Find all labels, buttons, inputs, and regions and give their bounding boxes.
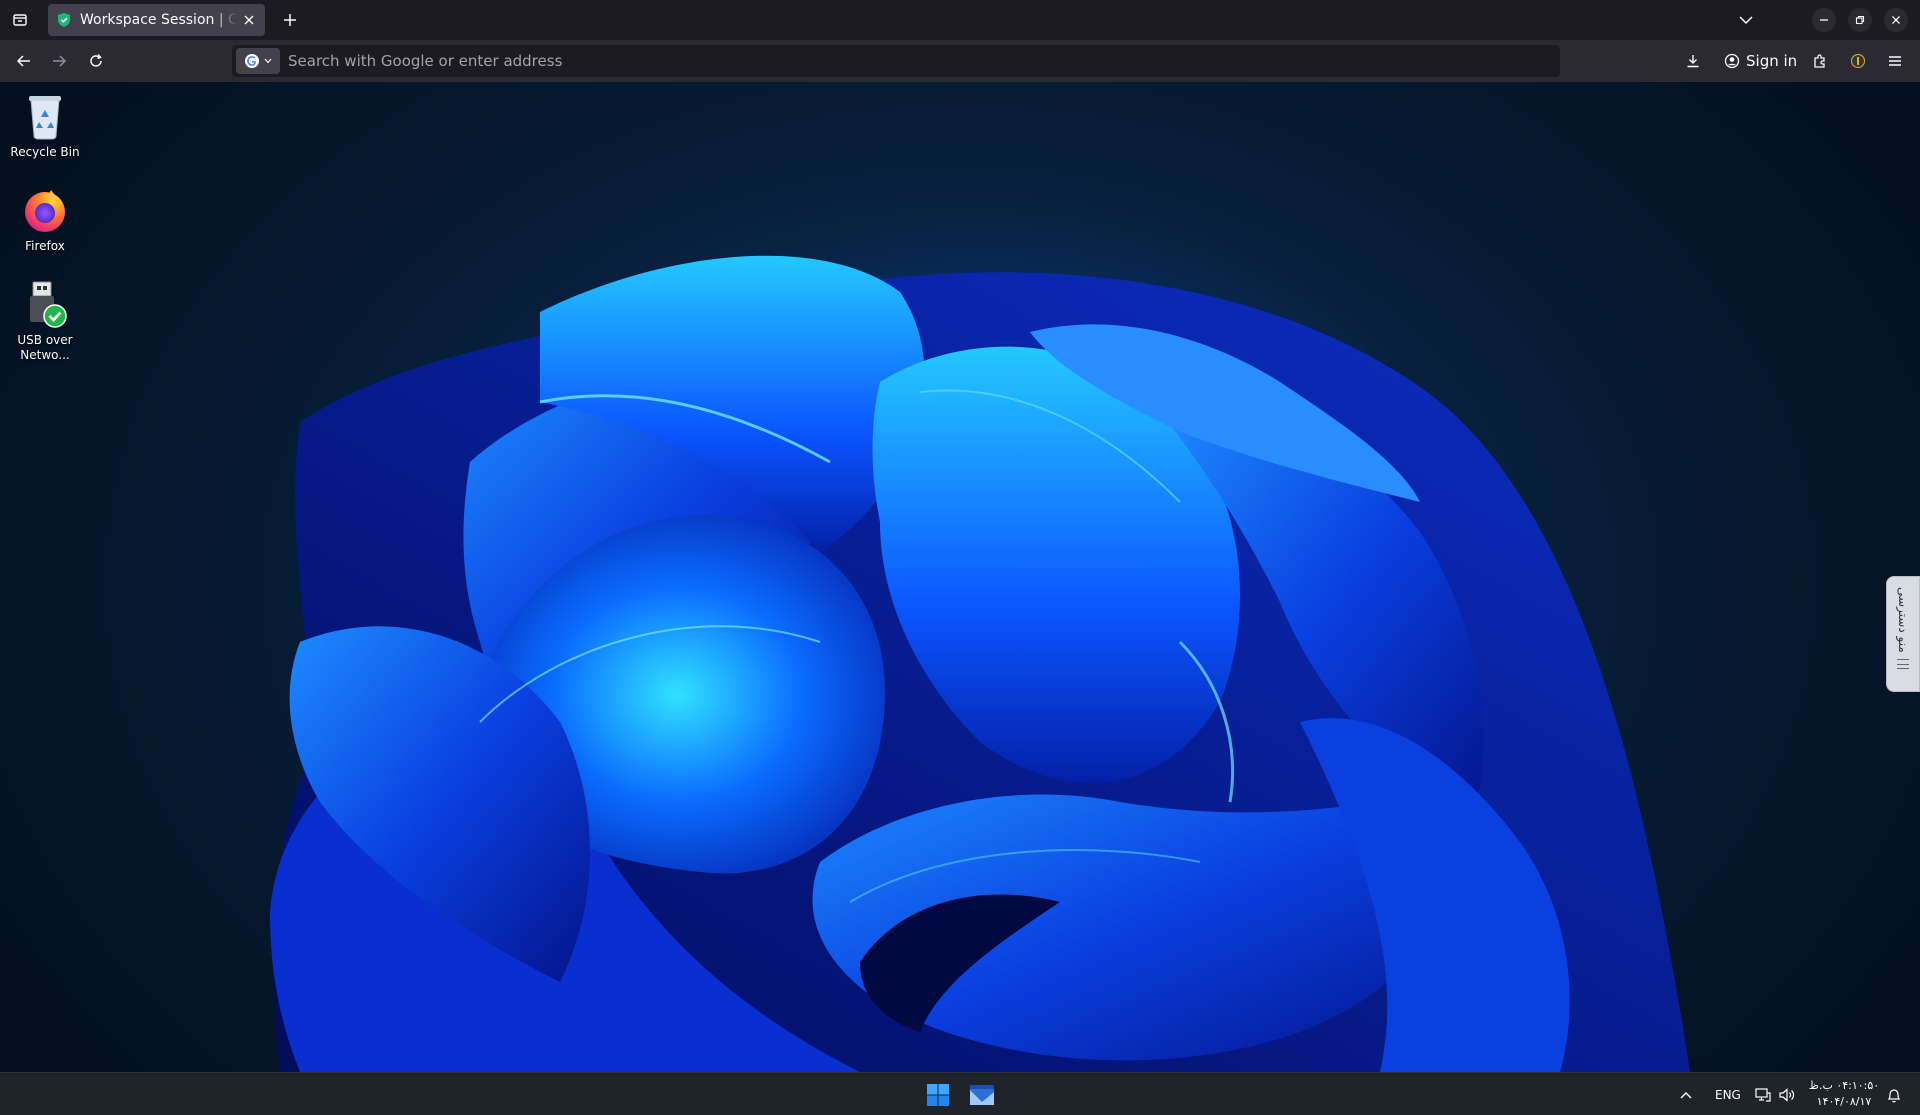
- account-icon: [1724, 53, 1740, 69]
- tab-title: Workspace Session | Cyb: [80, 12, 237, 28]
- navigation-toolbar: Sign in: [0, 40, 1920, 82]
- access-menu-label: منو دسترسی: [1896, 587, 1910, 653]
- drag-handle-icon: [1897, 658, 1909, 669]
- reload-button[interactable]: [84, 49, 108, 73]
- firefox-icon: [21, 186, 69, 234]
- notifications-button[interactable]: [1882, 1079, 1906, 1111]
- bloom-wallpaper: [270, 255, 1690, 1072]
- speaker-icon: [1779, 1088, 1795, 1102]
- extension-badge-button[interactable]: [1846, 49, 1870, 73]
- url-input[interactable]: [280, 45, 1560, 77]
- extensions-button[interactable]: [1808, 49, 1832, 73]
- remote-app-icon: [970, 1085, 994, 1105]
- app-menu-button[interactable]: [1883, 49, 1907, 73]
- close-icon: [1892, 16, 1900, 24]
- list-all-tabs-button[interactable]: [1734, 8, 1758, 32]
- reload-icon: [90, 54, 102, 67]
- minimize-icon: [1820, 19, 1828, 21]
- new-tab-button[interactable]: [278, 8, 302, 32]
- sign-in-label: Sign in: [1746, 52, 1798, 70]
- access-menu-handle[interactable]: منو دسترسی: [1886, 576, 1920, 692]
- system-clock[interactable]: ۰۴:۱۰:۵۰ ب.ظ ۱۴۰۴/۰۸/۱۷: [1808, 1078, 1880, 1110]
- google-icon: [245, 54, 259, 68]
- restore-icon: [1855, 15, 1865, 25]
- network-icon: [1755, 1088, 1771, 1102]
- show-hidden-icons-button[interactable]: [1674, 1079, 1698, 1111]
- back-button[interactable]: [12, 49, 36, 73]
- usb-network-icon: [21, 280, 69, 328]
- volume-button[interactable]: [1776, 1079, 1798, 1111]
- recycle-bin-icon: [21, 92, 69, 140]
- shield-icon: [56, 12, 72, 28]
- firefox-label: Firefox: [25, 239, 65, 253]
- remote-desktop[interactable]: Recycle Bin Firefox USB over Netwo... من…: [0, 82, 1920, 1115]
- desktop-icon-recycle-bin[interactable]: Recycle Bin: [1, 92, 89, 160]
- windows-logo-icon: [927, 1084, 949, 1106]
- desktop-icon-usb-over-network[interactable]: USB over Netwo...: [1, 280, 89, 363]
- tab-workspace-session[interactable]: Workspace Session | Cyb: [48, 4, 265, 36]
- puzzle-icon: [1814, 54, 1825, 68]
- close-window-button[interactable]: [1884, 8, 1908, 32]
- minimize-button[interactable]: [1812, 8, 1836, 32]
- hamburger-menu-icon: [1889, 56, 1901, 66]
- bell-icon: [1887, 1088, 1901, 1102]
- chevron-up-icon: [1680, 1092, 1692, 1099]
- firefox-view-icon[interactable]: [8, 8, 32, 32]
- sign-in-button[interactable]: Sign in: [1716, 46, 1805, 76]
- start-button[interactable]: [922, 1079, 954, 1111]
- taskbar-app-remote-desktop[interactable]: [966, 1079, 998, 1111]
- plus-icon: [284, 14, 296, 26]
- chevron-down-icon: [1739, 16, 1753, 25]
- search-engine-button[interactable]: [236, 48, 280, 74]
- close-icon[interactable]: [241, 12, 257, 28]
- language-indicator[interactable]: ENG: [1715, 1088, 1741, 1102]
- extension-icon: [1851, 54, 1865, 68]
- address-bar[interactable]: [232, 45, 1560, 77]
- usb-over-network-label: USB over Netwo...: [17, 333, 73, 362]
- downloads-button[interactable]: [1681, 49, 1705, 73]
- download-icon: [1687, 55, 1699, 68]
- clock-date: ۱۴۰۴/۰۸/۱۷: [1816, 1095, 1872, 1108]
- arrow-right-icon: [53, 55, 67, 67]
- desktop-icon-firefox[interactable]: Firefox: [1, 186, 89, 254]
- forward-button[interactable]: [47, 49, 71, 73]
- windows-taskbar: ENG ۰۴:۱۰:۵۰ ب.ظ ۱۴۰۴/۰۸/۱۷: [0, 1072, 1920, 1115]
- recycle-bin-label: Recycle Bin: [10, 145, 80, 159]
- clock-time: ۰۴:۱۰:۵۰ ب.ظ: [1808, 1079, 1880, 1092]
- arrow-left-icon: [16, 55, 30, 67]
- restore-button[interactable]: [1848, 8, 1872, 32]
- chevron-down-icon: [264, 58, 272, 64]
- browser-tab-strip: Workspace Session | Cyb: [0, 0, 1920, 40]
- network-button[interactable]: [1752, 1079, 1774, 1111]
